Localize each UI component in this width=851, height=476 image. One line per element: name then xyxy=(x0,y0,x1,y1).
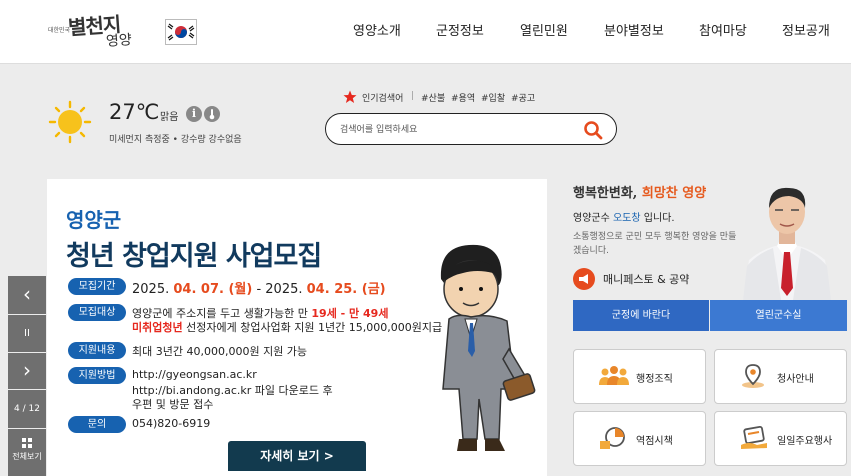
search-input[interactable] xyxy=(340,121,570,138)
mayor-office-button[interactable]: 열린군수실 xyxy=(710,300,847,331)
mayor-name: 영양군수 오도창 입니다. xyxy=(573,209,675,224)
target-text: 선정자에게 창업사업화 지원 1년간 15,000,000원지급 xyxy=(182,321,443,334)
cartoon-man-illustration xyxy=(419,239,539,463)
view-all-button[interactable]: 전체보기 xyxy=(8,429,46,476)
banner-label: 지원방법 xyxy=(68,367,126,384)
date-mid: - 2025. xyxy=(252,282,307,297)
chevron-right-icon: › xyxy=(23,358,31,382)
sun-icon xyxy=(48,100,92,148)
main-banner[interactable]: 영양군 청년 창업지원 사업모집 모집기간 2025. 04. 07. (월) … xyxy=(47,179,547,476)
quick-link-events[interactable]: 일일주요행사 xyxy=(714,411,847,466)
nav-item-intro[interactable]: 영양소개 xyxy=(353,20,401,42)
banner-label: 지원내용 xyxy=(68,342,126,359)
site-header: 대한민국 별천지 영양 영양소개 군정정보 열린민원 분야별정보 참여마당 정보… xyxy=(0,0,851,64)
slider-next-button[interactable]: › xyxy=(8,353,46,389)
info-icon[interactable]: i xyxy=(186,106,202,122)
slider-prev-button[interactable]: ‹ xyxy=(8,276,46,314)
view-details-button[interactable]: 자세히 보기 > xyxy=(228,441,366,471)
grid-icon xyxy=(8,438,46,450)
popular-tag[interactable]: #용역 xyxy=(451,91,475,104)
pie-chart-icon xyxy=(598,425,628,455)
petition-button[interactable]: 군정에 바란다 xyxy=(573,300,709,331)
nav-item-participation[interactable]: 참여마당 xyxy=(699,20,747,42)
logo-small-text: 대한민국 xyxy=(48,27,71,34)
banner-text: 054)820-6919 xyxy=(132,417,211,430)
calendar-hand-icon xyxy=(739,425,769,455)
star-icon xyxy=(343,89,357,108)
slider-pause-button[interactable]: II xyxy=(8,315,46,352)
quick-link-organization[interactable]: 행정조직 xyxy=(573,349,706,404)
name: 오도창 xyxy=(612,213,641,224)
slogan-em: 희망찬 영양 xyxy=(641,186,707,201)
pause-icon: II xyxy=(24,328,30,339)
site-logo[interactable]: 대한민국 별천지 영양 xyxy=(46,8,158,56)
sky-status: 맑음 xyxy=(160,112,179,123)
people-icon xyxy=(598,363,630,393)
thermometer-icon[interactable] xyxy=(204,106,220,122)
nav-item-disclosure[interactable]: 정보공개 xyxy=(782,20,830,42)
map-pin-icon xyxy=(739,363,767,393)
nav-item-civil[interactable]: 열린민원 xyxy=(520,20,568,42)
banner-title: 청년 창업지원 사업모집 xyxy=(66,241,322,272)
quick-link-label: 행정조직 xyxy=(636,374,673,385)
weather-detail: 미세먼지 측정중 • 강수량 강수없음 xyxy=(109,135,242,145)
banner-text: http://gyeongsan.ac.kr xyxy=(132,368,257,381)
name-post: 입니다. xyxy=(640,213,675,224)
popular-tag[interactable]: #산불 xyxy=(421,91,445,104)
mayor-description: 소통행정으로 군민 모두 행복한 영양을 만들겠습니다. xyxy=(573,232,737,256)
banner-label: 모집대상 xyxy=(68,304,126,321)
manifesto-label: 매니페스토 & 공약 xyxy=(603,273,690,286)
megaphone-icon xyxy=(573,268,595,290)
slogan-pre: 행복한변화, xyxy=(573,186,642,201)
logo-sub-text: 영양 xyxy=(105,32,133,50)
popular-tag[interactable]: #공고 xyxy=(511,91,535,104)
quick-link-label: 일일주요행사 xyxy=(777,436,833,447)
chevron-left-icon: ‹ xyxy=(23,282,31,306)
date-end: 04. 25. (금) xyxy=(306,282,386,297)
banner-text: 최대 3년간 40,000,000원 지원 가능 xyxy=(132,345,308,358)
slider-counter: 4 / 12 xyxy=(8,390,46,428)
popular-tag[interactable]: #입찰 xyxy=(481,91,505,104)
manifesto-link[interactable]: 매니페스토 & 공약 xyxy=(573,268,703,290)
divider: | xyxy=(411,91,415,101)
banner-county: 영양군 xyxy=(66,208,122,232)
nav-item-field[interactable]: 분야별정보 xyxy=(604,20,664,42)
quick-link-policy[interactable]: 역점시책 xyxy=(573,411,706,466)
banner-label: 모집기간 xyxy=(68,278,126,295)
banner-text: 미취업청년 선정자에게 창업사업화 지원 1년간 15,000,000원지급 xyxy=(132,319,442,335)
nav-item-admin[interactable]: 군정정보 xyxy=(436,20,484,42)
target-highlight: 미취업청년 xyxy=(132,321,183,334)
date-start: 04. 07. (월) xyxy=(173,282,253,297)
mayor-photo xyxy=(737,178,837,300)
search-box xyxy=(325,113,617,145)
search-icon[interactable] xyxy=(583,120,603,140)
banner-text: 우편 및 방문 접수 xyxy=(132,398,214,411)
popular-search-label: 인기검색어 xyxy=(362,94,404,104)
korea-flag-icon xyxy=(165,19,197,45)
quick-link-building[interactable]: 청사안내 xyxy=(714,349,847,404)
date-prefix: 2025. xyxy=(132,282,174,297)
view-all-label: 전체보기 xyxy=(12,452,42,461)
name-pre: 영양군수 xyxy=(573,213,613,224)
quick-link-label: 청사안내 xyxy=(777,374,814,385)
quick-link-label: 역점시책 xyxy=(636,436,673,447)
banner-period: 2025. 04. 07. (월) - 2025. 04. 25. (금) xyxy=(132,278,386,297)
temperature: 27℃ xyxy=(109,100,160,124)
banner-label: 문의 xyxy=(68,416,126,433)
mayor-slogan: 행복한변화, 희망찬 영양 xyxy=(573,182,706,201)
